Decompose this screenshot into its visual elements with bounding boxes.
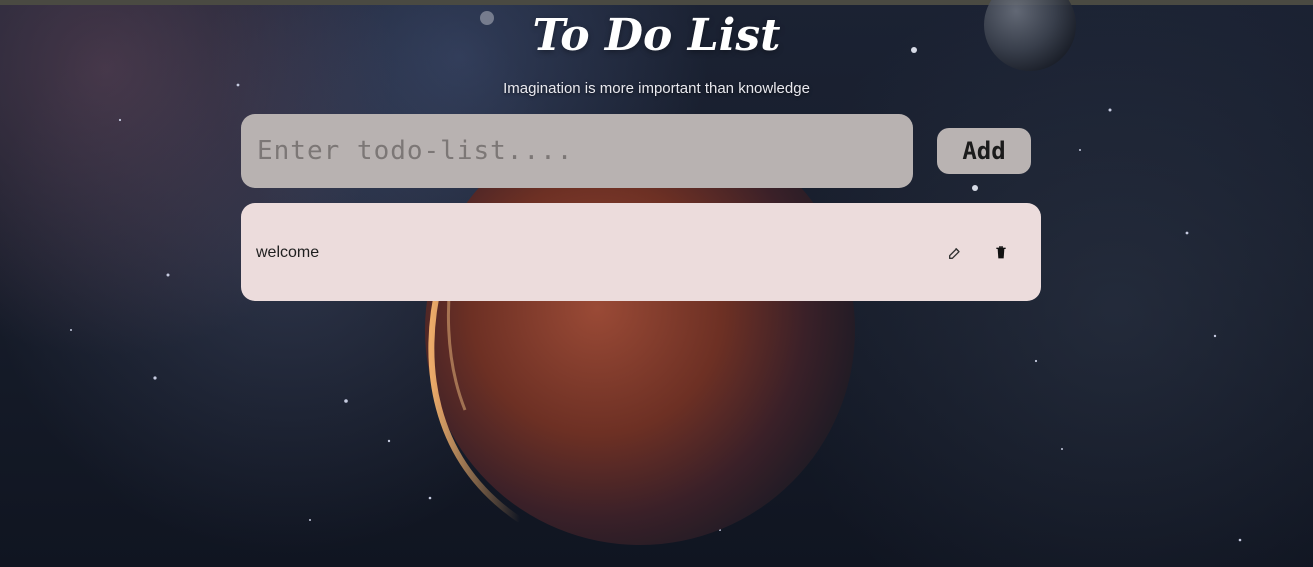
- page-title: To Do List: [532, 10, 781, 61]
- trash-body: [997, 249, 1005, 259]
- trash-icon: [996, 246, 1006, 259]
- page-subtitle: Imagination is more important than knowl…: [503, 80, 810, 97]
- add-button[interactable]: Add: [937, 128, 1031, 174]
- edit-icon: [949, 247, 960, 259]
- todo-input[interactable]: [241, 114, 913, 188]
- todo-text: welcome: [256, 244, 320, 261]
- window-top-bar: [0, 0, 1313, 5]
- trash-lid: [996, 247, 1006, 249]
- delete-button[interactable]: [989, 241, 1013, 265]
- edit-icon-detail: [955, 247, 959, 252]
- todo-list-item: welcome: [241, 203, 1041, 301]
- trash-handle: [999, 246, 1003, 248]
- edit-button[interactable]: [943, 241, 967, 265]
